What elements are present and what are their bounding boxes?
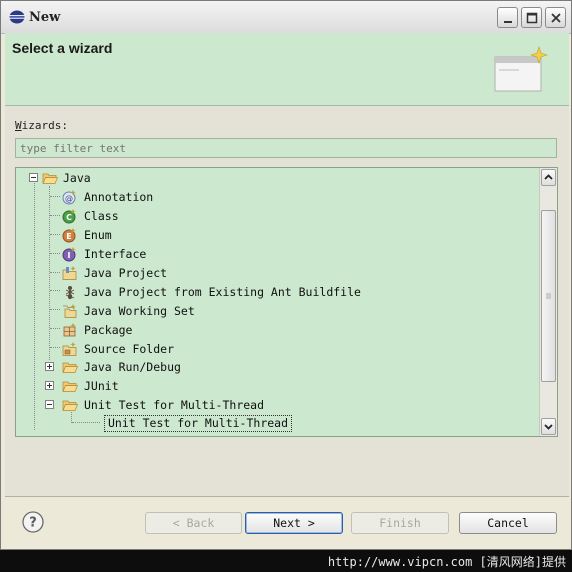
tree-item-interface[interactable]: I Interface (16, 245, 536, 263)
collapse-toggle[interactable] (29, 173, 38, 182)
expand-toggle[interactable] (45, 362, 54, 371)
package-icon (63, 323, 76, 337)
folder-icon (62, 381, 78, 392)
tree-item-label: Annotation (84, 190, 154, 204)
tree-item-label: Java Project from Existing Ant Buildfile (84, 285, 361, 299)
minimize-button[interactable] (497, 7, 518, 28)
tree-item-java-project[interactable]: Java Project (16, 264, 536, 282)
help-icon[interactable]: ? (22, 511, 44, 533)
svg-text:I: I (68, 251, 71, 260)
cancel-button[interactable]: Cancel (459, 512, 557, 534)
wizards-label: Wizards: (15, 119, 68, 132)
tree-item-annotation[interactable]: @ Annotation (16, 188, 536, 206)
tree-item-label: Java Project (84, 266, 168, 280)
banner-title: Select a wizard (12, 40, 113, 56)
tree-item-label: Source Folder (84, 342, 175, 356)
tree-item-java[interactable]: Java (16, 169, 536, 187)
folder-open-icon (62, 400, 78, 411)
wizard-banner-icon (494, 46, 548, 92)
chevron-down-icon (544, 424, 553, 430)
tree-item-label: Unit Test for Multi-Thread (84, 398, 265, 412)
svg-text:?: ? (29, 516, 37, 531)
tree-item-label-selected: Unit Test for Multi-Thread (104, 415, 293, 432)
filter-input[interactable] (15, 138, 557, 158)
tree-item-enum[interactable]: E Enum (16, 226, 536, 244)
collapse-toggle[interactable] (45, 400, 54, 409)
java-project-icon (62, 266, 77, 280)
tree-item-junit[interactable]: JUnit (16, 377, 536, 395)
finish-button[interactable]: Finish (351, 512, 449, 534)
tree-item-source-folder[interactable]: Source Folder (16, 340, 536, 358)
interface-icon: I (62, 247, 76, 262)
tree-item-label: Java (63, 171, 91, 185)
wizard-content: Wizards: Java @ Ann (5, 106, 569, 496)
tree-item-label: JUnit (84, 379, 119, 393)
tree-item-class[interactable]: C Class (16, 207, 536, 225)
watermark-text: http://www.vipcn.com [清风网络]提供 (327, 555, 566, 569)
folder-open-icon (42, 173, 58, 184)
tree-item-package[interactable]: Package (16, 321, 536, 339)
tree-item-label: Interface (84, 247, 147, 261)
next-button[interactable]: Next > (245, 512, 343, 534)
folder-icon (62, 362, 78, 373)
close-icon (551, 13, 561, 23)
wizards-label-mnemonic: W (15, 119, 22, 132)
tree-item-label: Class (84, 209, 119, 223)
maximize-icon (526, 12, 538, 24)
wizard-banner: Select a wizard (5, 33, 569, 106)
tree-item-label: Java Working Set (84, 304, 195, 318)
svg-text:E: E (66, 232, 71, 241)
tree-item-working-set[interactable]: Java Working Set (16, 302, 536, 320)
scroll-up-button[interactable] (541, 169, 556, 186)
tree-item-label: Package (84, 323, 133, 337)
back-button[interactable]: < Back (145, 512, 242, 534)
svg-text:C: C (66, 213, 72, 222)
tree-item-unit-test-wizard[interactable]: Unit Test for Multi-Thread (16, 414, 536, 432)
new-wizard-dialog: New Select a wizard Wizards: type filter… (0, 0, 572, 550)
enum-icon: E (62, 228, 76, 243)
chevron-up-icon (544, 174, 553, 180)
title-bar[interactable]: New (1, 1, 571, 34)
tree-item-label: Java Run/Debug (84, 360, 181, 374)
scroll-thumb[interactable] (541, 210, 556, 382)
tree-item-java-run-debug[interactable]: Java Run/Debug (16, 358, 536, 376)
working-set-icon (63, 304, 77, 318)
tree-item-label: Enum (84, 228, 112, 242)
watermark-bar: http://www.vipcn.com [清风网络]提供 (0, 550, 572, 572)
class-icon: C (62, 209, 76, 224)
tree-vertical-scrollbar[interactable] (539, 168, 557, 436)
wizard-tree[interactable]: Java @ Annotation C Class E Enum I Inter… (15, 167, 558, 437)
tree-item-ant-project[interactable]: Java Project from Existing Ant Buildfile (16, 283, 536, 301)
scroll-down-button[interactable] (541, 418, 556, 435)
minimize-icon (504, 21, 512, 23)
ant-icon (65, 286, 75, 300)
window-title: New (29, 10, 61, 25)
expand-toggle[interactable] (45, 381, 54, 390)
wizards-label-text: izards: (21, 119, 68, 132)
grip-icon (546, 293, 551, 299)
maximize-button[interactable] (521, 7, 542, 28)
close-button[interactable] (545, 7, 566, 28)
annotation-icon: @ (62, 190, 76, 205)
source-folder-icon (62, 342, 77, 356)
svg-text:@: @ (65, 194, 73, 203)
eclipse-icon (9, 10, 25, 24)
tree-item-unit-test-folder[interactable]: Unit Test for Multi-Thread (16, 396, 536, 414)
dialog-footer: ? < Back Next > Finish Cancel (5, 497, 569, 549)
